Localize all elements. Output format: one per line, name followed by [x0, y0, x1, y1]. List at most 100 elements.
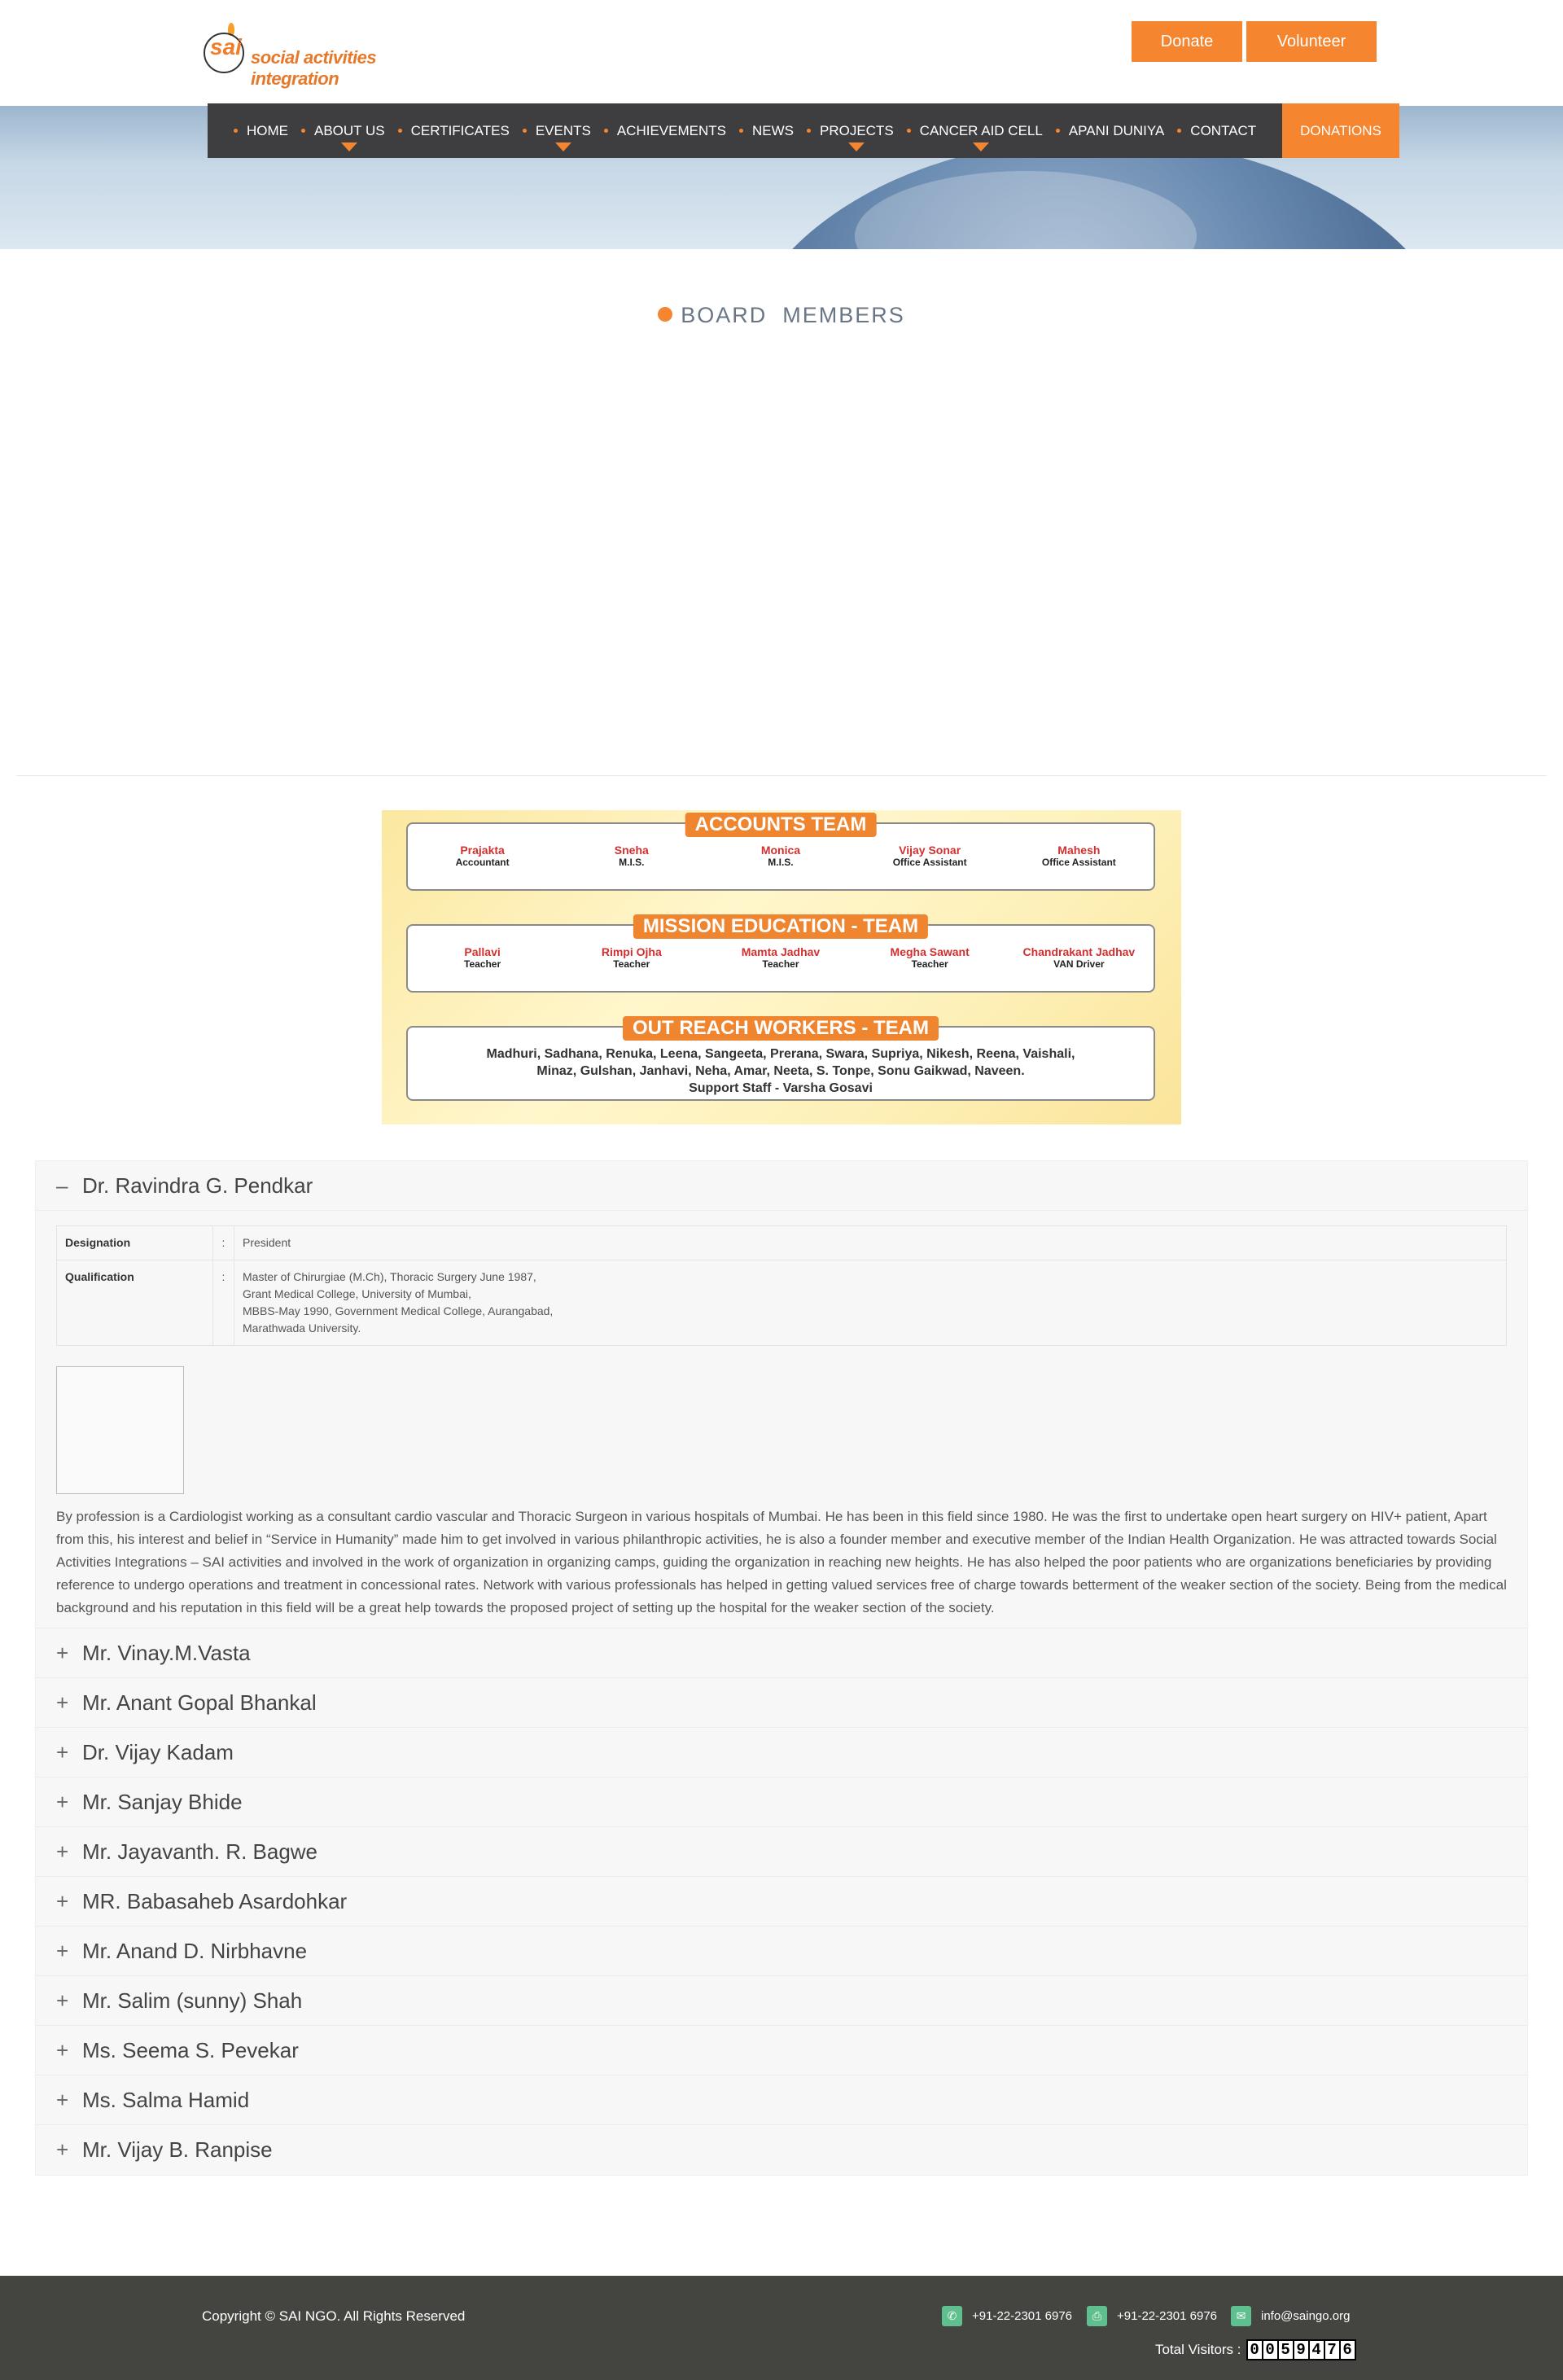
page-title: BOARD MEMBERS — [0, 303, 1563, 328]
accordion-header[interactable]: + Mr. Salim (sunny) Shah — [36, 1976, 1527, 2026]
caret-down-icon — [848, 142, 865, 151]
member-name-heading: Ms. Salma Hamid — [82, 2087, 250, 2112]
expand-icon: + — [56, 1988, 69, 2013]
accounts-team-box: ACCOUNTS TEAM Prajakta Accountant Sneha M.… — [406, 813, 1155, 891]
accordion-panel: Designation : President Qualification : … — [36, 1211, 1527, 1628]
caret-down-icon — [341, 142, 358, 151]
nav-news[interactable]: NEWS — [738, 123, 794, 139]
member-name-heading: Dr. Ravindra G. Pendkar — [82, 1172, 313, 1198]
nav-home[interactable]: HOME — [234, 122, 288, 139]
fax-icon: ⎙ — [1087, 2305, 1107, 2326]
member-bio: By profession is a Cardiologist working … — [56, 1509, 1507, 1615]
section-divider — [16, 775, 1547, 776]
email-icon: ✉ — [1231, 2305, 1251, 2326]
site-logo[interactable]: sai social activities integration — [204, 23, 456, 89]
donate-button[interactable]: Donate — [1132, 21, 1242, 62]
counter-digit: 6 — [1340, 2341, 1355, 2359]
accordion-header[interactable]: + Mr. Vinay.M.Vasta — [36, 1628, 1527, 1678]
nav-certificates[interactable]: CERTIFICATES — [397, 122, 510, 139]
logo-text: social activities integration — [251, 47, 377, 89]
expand-icon: + — [56, 1839, 69, 1864]
footer-email[interactable]: ✉ info@saingo.org — [1231, 2305, 1350, 2326]
nav-apani-duniya-label: APANI DUNIYA — [1068, 122, 1165, 138]
phone-icon: ✆ — [942, 2305, 962, 2326]
footer-phone[interactable]: ✆ +91-22-2301 6976 — [942, 2305, 1072, 2326]
nav-apani-duniya[interactable]: APANI DUNIYA — [1055, 122, 1165, 139]
member-name: Rimpi Ojha — [601, 945, 662, 958]
member-name-heading: Dr. Vijay Kadam — [82, 1739, 234, 1764]
accordion-header[interactable]: + Ms. Seema S. Pevekar — [36, 2026, 1527, 2075]
caret-down-icon — [973, 142, 990, 151]
expand-icon: + — [56, 2087, 69, 2112]
accordion-header-open[interactable]: – Dr. Ravindra G. Pendkar — [36, 1161, 1527, 1211]
qualification-line: Marathwada University. — [243, 1321, 361, 1335]
nav-home-label: HOME — [247, 122, 288, 138]
accordion-header[interactable]: + Mr. Sanjay Bhide — [36, 1777, 1527, 1827]
nav-events[interactable]: EVENTS — [522, 123, 591, 151]
site-footer: Copyright © SAI NGO. All Rights Reserved… — [0, 2276, 1563, 2380]
bullet-dot-icon — [658, 307, 673, 322]
accordion-header[interactable]: + Dr. Vijay Kadam — [36, 1728, 1527, 1777]
accordion-header[interactable]: + Mr. Jayavanth. R. Bagwe — [36, 1827, 1527, 1877]
member-name: Sneha — [614, 844, 649, 857]
accordion-header[interactable]: + Ms. Salma Hamid — [36, 2075, 1527, 2125]
member-role: M.I.S. — [768, 857, 794, 868]
accordion-header[interactable]: + MR. Babasaheb Asardohkar — [36, 1877, 1527, 1926]
accordion-header[interactable]: + Mr. Anant Gopal Bhankal — [36, 1678, 1527, 1728]
page-title-text: BOARD MEMBERS — [681, 303, 905, 327]
collapse-icon: – — [56, 1172, 68, 1198]
team-member: Vijay Sonar Office Assistant — [856, 844, 1003, 868]
team-member: Mahesh Office Assistant — [1005, 844, 1152, 868]
nav-projects-label: PROJECTS — [819, 122, 894, 138]
team-member: Chandrakant Jadhav VAN Driver — [1005, 945, 1152, 970]
team-member: Rimpi Ojha Teacher — [558, 945, 705, 970]
nav-projects[interactable]: PROJECTS — [807, 122, 894, 151]
member-role: Teacher — [911, 958, 948, 970]
qualification-line: Grant Medical College, University of Mum… — [243, 1287, 471, 1300]
member-name-heading: Mr. Anand D. Nirbhavne — [82, 1938, 308, 1963]
qualification-line: MBBS-May 1990, Government Medical Colleg… — [243, 1304, 554, 1317]
team-member: Sneha M.I.S. — [558, 844, 705, 868]
member-name-heading: Mr. Sanjay Bhide — [82, 1789, 243, 1814]
member-name-heading: Ms. Seema S. Pevekar — [82, 2037, 299, 2062]
designation-value: President — [234, 1225, 1507, 1260]
member-name-heading: Mr. Anant Gopal Bhankal — [82, 1690, 317, 1715]
colon-separator: : — [212, 1260, 234, 1346]
mission-team-members: Pallavi Teacher Rimpi Ojha Teacher Mamta J… — [408, 945, 1154, 970]
member-name: Pallavi — [464, 945, 501, 958]
designation-label: Designation — [56, 1225, 213, 1260]
counter-digit: 0 — [1247, 2341, 1262, 2359]
member-name: Chandrakant Jadhav — [1022, 945, 1136, 958]
main-nav: HOME ABOUT US CERTIFICATES EVENTS ACHIEV… — [208, 103, 1282, 158]
nav-donations-button[interactable]: DONATIONS — [1282, 103, 1399, 158]
team-member: Pallavi Teacher — [409, 945, 556, 970]
member-role: Accountant — [455, 857, 510, 868]
member-info-table: Designation : President Qualification : … — [56, 1225, 1507, 1346]
team-member: Mamta Jadhav Teacher — [707, 945, 854, 970]
expand-icon: + — [56, 1888, 69, 1913]
member-name: Monica — [760, 844, 801, 857]
outreach-line: Minaz, Gulshan, Janhavi, Neha, Amar, Nee… — [536, 1064, 1025, 1078]
member-name-heading: Mr. Jayavanth. R. Bagwe — [82, 1839, 318, 1864]
member-name-heading: MR. Babasaheb Asardohkar — [82, 1888, 348, 1913]
copyright-text: Copyright © SAI NGO. All Rights Reserved — [202, 2308, 466, 2324]
counter-digit: 7 — [1324, 2341, 1339, 2359]
email-address: info@saingo.org — [1261, 2308, 1351, 2323]
nav-achievements[interactable]: ACHIEVEMENTS — [603, 123, 726, 139]
nav-contact[interactable]: CONTACT — [1177, 123, 1256, 139]
fax-number: +91-22-2301 6976 — [1117, 2308, 1218, 2323]
mission-team-title: MISSION EDUCATION - TEAM — [633, 914, 929, 939]
accordion-header[interactable]: + Mr. Vijay B. Ranpise — [36, 2125, 1527, 2175]
nav-cancer-aid-cell[interactable]: CANCER AID CELL — [906, 123, 1043, 151]
footer-fax[interactable]: ⎙ +91-22-2301 6976 — [1087, 2305, 1217, 2326]
member-name-heading: Mr. Vijay B. Ranpise — [82, 2137, 273, 2162]
logo-mark: sai — [210, 34, 242, 59]
accordion-header[interactable]: + Mr. Anand D. Nirbhavne — [36, 1926, 1527, 1976]
accounts-team-title: ACCOUNTS TEAM — [685, 813, 877, 837]
member-photo-broken-image — [56, 1366, 184, 1494]
volunteer-button[interactable]: Volunteer — [1246, 21, 1377, 62]
nav-certificates-label: CERTIFICATES — [410, 122, 510, 138]
counter-digit: 0 — [1263, 2341, 1277, 2359]
phone-number: +91-22-2301 6976 — [972, 2308, 1073, 2323]
nav-about-us[interactable]: ABOUT US — [301, 123, 385, 151]
